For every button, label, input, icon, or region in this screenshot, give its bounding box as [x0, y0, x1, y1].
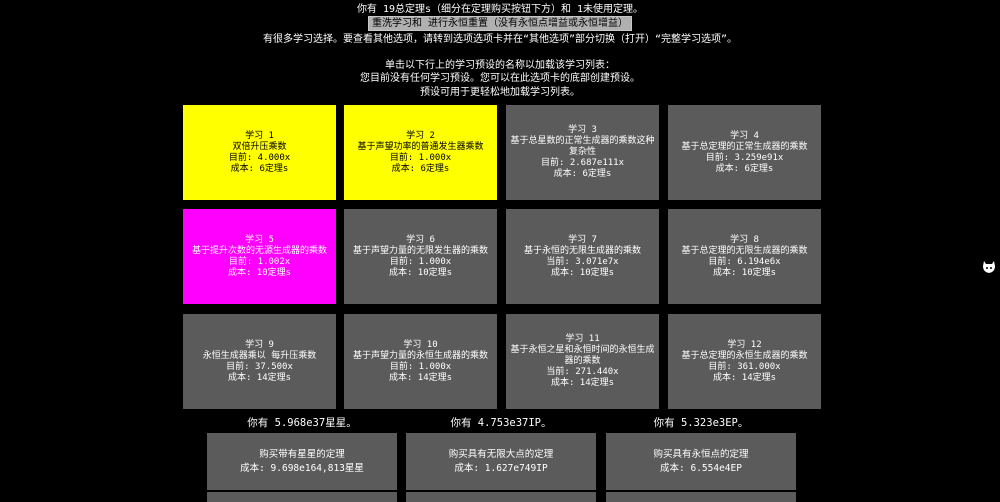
study-cost: 成本: 10定理s [712, 267, 777, 278]
study-tile-10[interactable]: 学习 10 基于声望力量的永恒生成器的乘数 目前: 1.000x 成本: 14定… [344, 314, 497, 409]
study-value: 6.194e6x [737, 256, 781, 267]
study-title: 学习 11 [565, 334, 600, 344]
github-icon[interactable] [981, 260, 997, 274]
study-value-label: 当前: [546, 367, 570, 377]
study-value: 1.000x [418, 152, 452, 163]
study-title: 学习 10 [403, 339, 438, 350]
study-tile-12[interactable]: 学习 12 基于总定理的永恒生成器的乘数 目前: 361.000x 成本: 14… [668, 314, 821, 409]
buy-theorem-stars-button[interactable]: 购买带有星星的定理 成本: 9.698e164,813星星 [207, 433, 397, 490]
options-hint: 有很多学习选择。要查看其他选项，请转到选项选项卡并在“其他选项”部分切换（打开）… [262, 34, 738, 45]
study-value-label: 目前: [389, 361, 414, 372]
theorem-summary: 你有 19总定理s（细分在定理购买按钮下方）和 1未使用定理。 [356, 4, 644, 15]
study-tile-7[interactable]: 学习 7 基于永恒的无限生成器的乘数 当前: 3.071e7x 成本: 10定理… [506, 209, 659, 304]
preset-instruction: 单击以下行上的学习预设的名称以加载该学习列表： [385, 60, 615, 71]
study-title: 学习 8 [730, 234, 759, 245]
study-tile-11[interactable]: 学习 11 基于永恒之星和永恒时间的永恒生成器的乘数 当前: 271.440x … [506, 314, 659, 409]
study-title: 学习 3 [568, 125, 597, 135]
study-cost: 成本: 10定理s [227, 267, 292, 278]
stars-amount: 你有 5.968e37星星。 [247, 417, 357, 429]
study-value-label: 目前: [389, 152, 414, 163]
study-cost: 成本: 14定理s [227, 372, 292, 383]
study-cost: 成本: 6定理s [230, 163, 289, 174]
study-desc: 永恒生成器乘以 每升压乘数 [202, 350, 317, 361]
study-tile-2[interactable]: 学习 2 基于声望功率的普通发生器乘数 目前: 1.000x 成本: 6定理s [344, 105, 497, 200]
study-value-label: 当前: [546, 256, 570, 267]
study-value-label: 目前: [708, 361, 732, 372]
study-desc: 基于声望力量的永恒生成器的乘数 [352, 350, 488, 361]
buy-cost: 成本: 1.627e749IP [454, 462, 548, 474]
buy-cost: 成本: 6.554e4EP [660, 462, 742, 474]
respec-button[interactable]: 重洗学习和 进行永恒重置（没有永恒点增益或永恒增益） [367, 16, 633, 31]
study-value: 3.071e7x [575, 256, 619, 267]
study-title: 学习 12 [727, 339, 762, 350]
study-desc: 双倍升压乘数 [232, 141, 287, 152]
study-value-label: 目前: [389, 256, 414, 267]
study-grid: 学习 1 双倍升压乘数 目前: 4.000x 成本: 6定理s 学习 2 基于声… [183, 105, 821, 409]
ep-amount: 你有 5.323e3EP。 [653, 417, 749, 429]
study-value-label: 目前: [228, 256, 253, 267]
study-cost: 成本: 10定理s [388, 267, 453, 278]
buy-title: 购买带有星星的定理 [259, 448, 345, 460]
buy-theorem-ep-button[interactable]: 购买具有永恒点的定理 成本: 6.554e4EP [606, 433, 796, 490]
study-desc: 基于声望力量的无限发生器的乘数 [352, 245, 488, 256]
study-desc: 基于总定理的永恒生成器的乘数 [681, 350, 808, 361]
study-value: 271.440x [575, 367, 619, 377]
study-value: 2.687e111x [569, 158, 625, 168]
study-value: 361.000x [737, 361, 781, 372]
study-desc: 基于声望功率的普通发生器乘数 [357, 141, 484, 152]
study-desc: 基于提升次数的无源生成器的乘数 [191, 245, 327, 256]
study-title: 学习 4 [730, 130, 759, 141]
study-cost: 成本: 14定理s [388, 372, 453, 383]
study-cost: 成本: 14定理s [712, 372, 777, 383]
study-value-label: 目前: [226, 361, 250, 372]
study-value-label: 目前: [708, 256, 732, 267]
study-value: 37.500x [254, 361, 293, 372]
buy-theorem-ip-button[interactable]: 购买具有无限大点的定理 成本: 1.627e749IP [406, 433, 596, 490]
buy-title: 购买具有永恒点的定理 [653, 448, 749, 460]
study-value: 1.000x [418, 256, 452, 267]
study-tile-5[interactable]: 学习 5 基于提升次数的无源生成器的乘数 目前: 1.002x 成本: 10定理… [183, 209, 336, 304]
study-title: 学习 9 [245, 339, 274, 350]
study-value: 4.000x [257, 152, 291, 163]
study-desc: 基于永恒的无限生成器的乘数 [523, 245, 641, 256]
study-title: 学习 2 [406, 130, 435, 141]
preset-hint: 预设可用于更轻松地加载学习列表。 [420, 87, 580, 98]
ip-amount: 你有 4.753e37IP。 [450, 417, 552, 429]
study-value-label: 目前: [540, 158, 565, 168]
study-tile-1[interactable]: 学习 1 双倍升压乘数 目前: 4.000x 成本: 6定理s [183, 105, 336, 200]
study-cost: 成本: 6定理s [715, 163, 774, 174]
study-value-label: 目前: [705, 152, 730, 163]
study-tile-4[interactable]: 学习 4 基于总定理的正常生成器的乘数 目前: 3.259e91x 成本: 6定… [668, 105, 821, 200]
study-cost: 成本: 10定理s [550, 267, 615, 278]
study-cost: 成本: 14定理s [550, 378, 615, 388]
study-desc: 基于总星数的正常生成器的乘数这种复杂性 [510, 136, 655, 157]
buy-title: 购买具有无限大点的定理 [448, 448, 554, 460]
study-title: 学习 6 [406, 234, 435, 245]
study-desc: 基于总定理的无限生成器的乘数 [681, 245, 808, 256]
study-tile-6[interactable]: 学习 6 基于声望力量的无限发生器的乘数 目前: 1.000x 成本: 10定理… [344, 209, 497, 304]
study-title: 学习 1 [245, 130, 274, 141]
study-cost: 成本: 6定理s [553, 169, 612, 179]
study-cost: 成本: 6定理s [391, 163, 450, 174]
study-tile-9[interactable]: 学习 9 永恒生成器乘以 每升压乘数 目前: 37.500x 成本: 14定理s [183, 314, 336, 409]
study-desc: 基于永恒之星和永恒时间的永恒生成器的乘数 [510, 345, 655, 366]
study-title: 学习 7 [568, 234, 597, 245]
study-value: 1.000x [418, 361, 452, 372]
study-value: 1.002x [257, 256, 291, 267]
study-desc: 基于总定理的正常生成器的乘数 [681, 141, 808, 152]
study-tile-3[interactable]: 学习 3 基于总星数的正常生成器的乘数这种复杂性 目前: 2.687e111x … [506, 105, 659, 200]
study-title: 学习 5 [245, 234, 274, 245]
study-value: 3.259e91x [734, 152, 784, 163]
study-tile-8[interactable]: 学习 8 基于总定理的无限生成器的乘数 目前: 6.194e6x 成本: 10定… [668, 209, 821, 304]
no-presets-text: 您目前没有任何学习预设。您可以在此选项卡的底部创建预设。 [360, 73, 640, 84]
buy-cost: 成本: 9.698e164,813星星 [240, 462, 364, 474]
study-value-label: 目前: [228, 152, 253, 163]
